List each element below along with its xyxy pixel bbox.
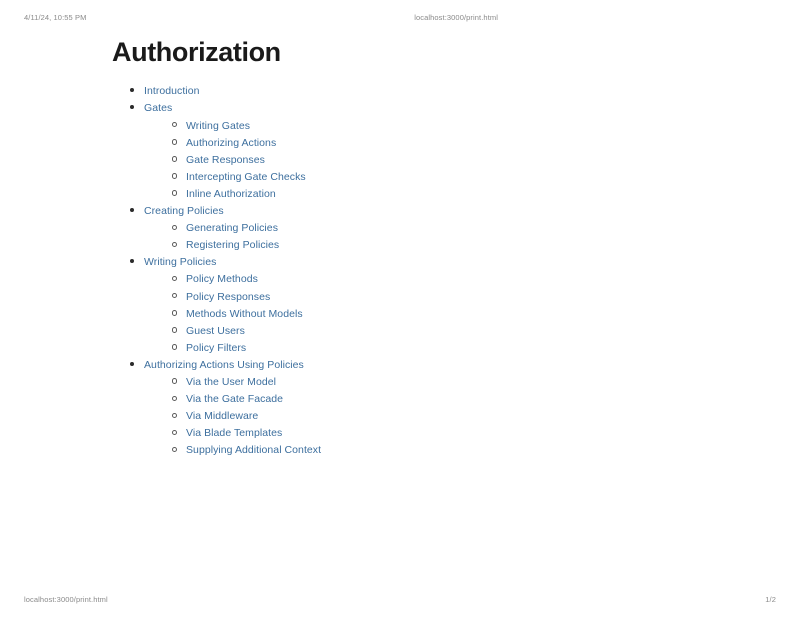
toc-item: Gates Writing Gates Authorizing Actions Gat… [130, 99, 740, 202]
bullet-circle-icon [172, 293, 178, 299]
toc-link-intercepting-gate-checks[interactable]: Intercepting Gate Checks [186, 169, 306, 185]
toc-subitem: Policy Filters [172, 339, 740, 356]
toc-link-writing-gates[interactable]: Writing Gates [186, 118, 250, 134]
print-footer: localhost:3000/print.html 1/2 [0, 592, 800, 606]
toc-subitem: Supplying Additional Context [172, 441, 740, 458]
toc-subitem: Registering Policies [172, 236, 740, 253]
bullet-circle-icon [172, 429, 178, 436]
toc-link-via-the-user-model[interactable]: Via the User Model [186, 374, 276, 390]
toc-subitem: Via the User Model [172, 373, 740, 390]
toc-link-inline-authorization[interactable]: Inline Authorization [186, 186, 276, 202]
toc-subitem: Guest Users [172, 322, 740, 339]
print-preview-page: 4/11/24, 10:55 PM localhost:3000/print.h… [0, 0, 800, 618]
toc-subitem: Writing Gates [172, 117, 740, 134]
toc-link-gates[interactable]: Gates [144, 100, 172, 116]
toc-link-policy-filters[interactable]: Policy Filters [186, 340, 246, 356]
toc-link-introduction[interactable]: Introduction [144, 83, 199, 99]
bullet-circle-icon [172, 344, 178, 350]
bullet-disc-icon [130, 259, 134, 264]
print-footer-url: localhost:3000/print.html [24, 594, 108, 604]
toc-subitem: Generating Policies [172, 219, 740, 236]
toc-link-gate-responses[interactable]: Gate Responses [186, 152, 265, 168]
print-header: 4/11/24, 10:55 PM localhost:3000/print.h… [0, 10, 800, 24]
toc-sublist: Policy Methods Policy Responses Methods Wi… [144, 270, 740, 355]
bullet-disc-icon [130, 208, 134, 213]
toc-link-authorizing-actions[interactable]: Authorizing Actions [186, 135, 276, 151]
toc-subitem: Methods Without Models [172, 305, 740, 322]
toc-link-authorizing-actions-using-policies[interactable]: Authorizing Actions Using Policies [144, 357, 304, 373]
toc-link-methods-without-models[interactable]: Methods Without Models [186, 306, 303, 322]
print-footer-page-indicator: 1/2 [765, 594, 776, 604]
toc-link-via-blade-templates[interactable]: Via Blade Templates [186, 425, 282, 441]
bullet-circle-icon [172, 327, 178, 333]
document-content: Authorization Introduction Gates Writing G… [112, 36, 740, 458]
toc-link-via-the-gate-facade[interactable]: Via the Gate Facade [186, 391, 283, 407]
bullet-circle-icon [172, 395, 178, 401]
toc-subitem: Authorizing Actions [172, 134, 740, 151]
bullet-circle-icon [172, 378, 178, 384]
toc-link-creating-policies[interactable]: Creating Policies [144, 203, 224, 219]
toc-subitem: Gate Responses [172, 151, 740, 168]
toc-subitem: Via the Gate Facade [172, 390, 740, 407]
toc-subitem: Inline Authorization [172, 185, 740, 202]
toc-link-supplying-additional-context[interactable]: Supplying Additional Context [186, 442, 321, 458]
toc-link-generating-policies[interactable]: Generating Policies [186, 220, 278, 236]
toc-item: Creating Policies Generating Policies Regi… [130, 202, 740, 253]
bullet-circle-icon [172, 412, 178, 419]
toc-item: Writing Policies Policy Methods Policy Res… [130, 253, 740, 356]
table-of-contents: Introduction Gates Writing Gates Authorizin… [112, 82, 740, 458]
toc-link-writing-policies[interactable]: Writing Policies [144, 254, 216, 270]
bullet-circle-icon [172, 156, 178, 162]
toc-item: Authorizing Actions Using Policies Via th… [130, 356, 740, 459]
bullet-circle-icon [172, 275, 178, 282]
bullet-disc-icon [130, 105, 134, 110]
bullet-disc-icon [130, 88, 134, 93]
page-title: Authorization [112, 37, 281, 67]
print-header-datetime: 4/11/24, 10:55 PM [24, 12, 87, 22]
toc-link-guest-users[interactable]: Guest Users [186, 323, 245, 339]
toc-subitem: Policy Responses [172, 288, 740, 305]
bullet-circle-icon [172, 139, 178, 145]
toc-sublist: Generating Policies Registering Policies [144, 219, 740, 253]
bullet-circle-icon [172, 190, 178, 196]
bullet-circle-icon [172, 241, 178, 248]
bullet-circle-icon [172, 310, 178, 316]
toc-sublist: Writing Gates Authorizing Actions Gate Res… [144, 117, 740, 202]
toc-item: Introduction [130, 82, 740, 99]
toc-link-policy-methods[interactable]: Policy Methods [186, 271, 258, 287]
bullet-circle-icon [172, 224, 178, 231]
toc-link-policy-responses[interactable]: Policy Responses [186, 289, 270, 305]
toc-sublist: Via the User Model Via the Gate Facade Via… [144, 373, 740, 458]
toc-subitem: Intercepting Gate Checks [172, 168, 740, 185]
bullet-circle-icon [172, 446, 178, 453]
bullet-disc-icon [130, 361, 134, 366]
toc-subitem: Via Middleware [172, 407, 740, 424]
toc-subitem: Policy Methods [172, 270, 740, 287]
toc-link-via-middleware[interactable]: Via Middleware [186, 408, 258, 424]
toc-link-registering-policies[interactable]: Registering Policies [186, 237, 279, 253]
print-header-url: localhost:3000/print.html [414, 12, 498, 22]
toc-subitem: Via Blade Templates [172, 424, 740, 441]
bullet-circle-icon [172, 173, 178, 179]
bullet-circle-icon [172, 122, 178, 128]
